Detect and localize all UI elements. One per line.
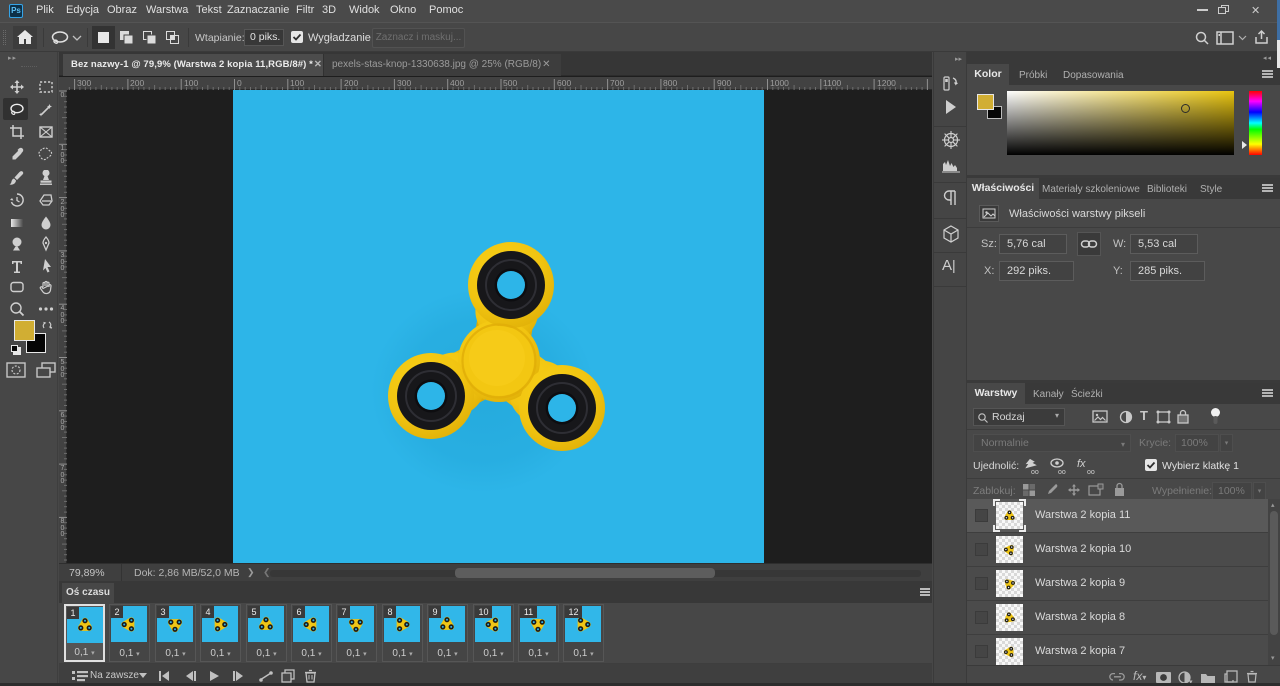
svg-text:oo: oo <box>1058 469 1066 475</box>
svg-text:oo: oo <box>1031 469 1039 475</box>
svg-text:oo: oo <box>1087 469 1095 475</box>
svg-text:fx: fx <box>1077 458 1086 470</box>
